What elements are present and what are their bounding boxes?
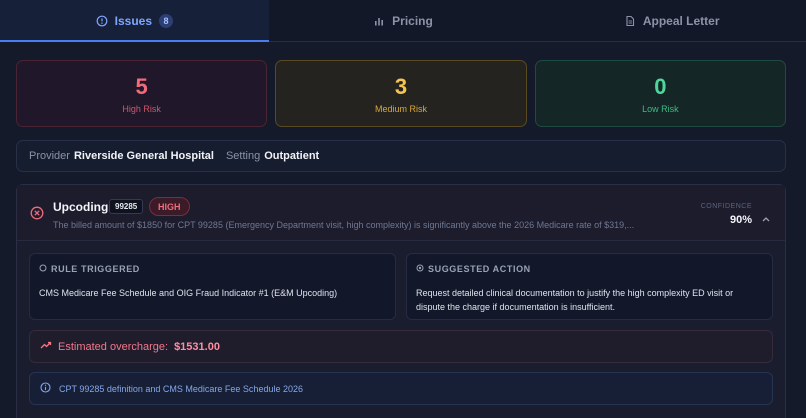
alert-circle-icon — [96, 15, 108, 27]
error-circle-icon — [30, 206, 44, 220]
confidence-value: 90% — [729, 214, 752, 226]
target-icon — [416, 264, 424, 274]
tab-issues-label: Issues — [114, 13, 153, 28]
setting-label: Setting — [225, 150, 261, 162]
suggested-action-panel: SUGGESTED ACTION Request detailed clinic… — [406, 253, 773, 320]
chevron-up-icon[interactable] — [761, 210, 771, 222]
low-risk-label: Low Risk — [642, 103, 679, 114]
trending-up-icon — [40, 340, 52, 353]
tab-appeal-letter[interactable]: Appeal Letter — [537, 0, 806, 41]
low-risk-card: 0 Low Risk — [534, 60, 786, 127]
bar-chart-icon — [373, 15, 385, 27]
issue-details: RULE TRIGGERED CMS Medicare Fee Schedule… — [17, 241, 785, 417]
risk-summary: 5 High Risk 3 Medium Risk 0 Low Risk — [16, 60, 786, 127]
medium-risk-card: 3 Medium Risk — [275, 60, 527, 127]
provider-name: Riverside General Hospital — [73, 150, 214, 162]
rule-text: CMS Medicare Fee Schedule and OIG Fraud … — [39, 288, 338, 298]
overcharge-amount: $1531.00 — [174, 340, 220, 353]
reference-text: CPT 99285 definition and CMS Medicare Fe… — [59, 383, 303, 394]
severity-badge: HIGH — [149, 197, 190, 216]
rule-circle-icon — [39, 264, 47, 274]
cpt-code-chip: 99285 — [109, 199, 144, 214]
medium-risk-label: Medium Risk — [374, 103, 427, 114]
tab-pricing-label: Pricing — [392, 13, 433, 28]
document-icon — [624, 15, 636, 27]
rule-triggered-panel: RULE TRIGGERED CMS Medicare Fee Schedule… — [29, 253, 396, 320]
issue-header[interactable]: Upcoding 99285 HIGH The billed amount of… — [17, 185, 785, 241]
medium-risk-count: 3 — [394, 73, 408, 99]
issue-description: The billed amount of $1850 for CPT 99285… — [53, 220, 635, 230]
tab-appeal-letter-label: Appeal Letter — [642, 13, 720, 28]
setting-value: Outpatient — [264, 150, 320, 162]
tab-pricing[interactable]: Pricing — [269, 0, 538, 41]
issue-card: Upcoding 99285 HIGH The billed amount of… — [16, 184, 786, 418]
high-risk-label: High Risk — [122, 103, 161, 114]
overcharge-label: Estimated overcharge: — [58, 340, 169, 353]
tab-issues[interactable]: Issues 8 — [0, 0, 269, 42]
action-text: Request detailed clinical documentation … — [416, 288, 734, 312]
provider-label: Provider — [29, 150, 70, 162]
confidence-label: CONFIDENCE — [700, 203, 752, 210]
overcharge-box: Estimated overcharge: $1531.00 — [29, 330, 773, 363]
action-heading: SUGGESTED ACTION — [428, 264, 531, 274]
low-risk-count: 0 — [654, 73, 667, 99]
high-risk-card: 5 High Risk — [16, 60, 268, 127]
tab-bar: Issues 8 Pricing Appeal Letter — [0, 0, 806, 42]
info-icon — [40, 382, 51, 395]
reference-box: CPT 99285 definition and CMS Medicare Fe… — [29, 372, 773, 405]
rule-heading: RULE TRIGGERED — [51, 264, 140, 274]
issue-title: Upcoding — [53, 200, 109, 214]
provider-info-bar: Provider Riverside General Hospital Sett… — [16, 140, 786, 172]
issues-count-badge: 8 — [159, 13, 174, 28]
high-risk-count: 5 — [135, 73, 148, 99]
